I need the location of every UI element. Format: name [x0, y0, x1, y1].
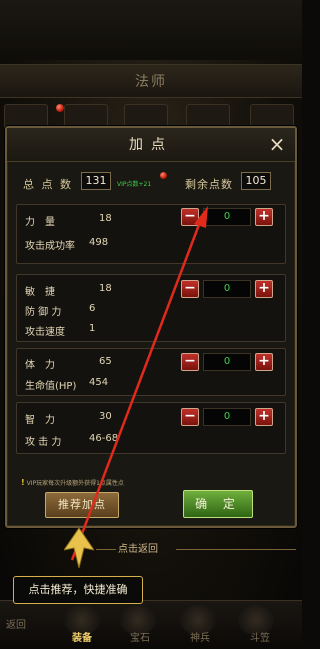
- nav-item-equipment[interactable]: 装备: [72, 629, 92, 644]
- nav-item-divine-weapon[interactable]: 神兵: [190, 629, 210, 644]
- tutorial-tooltip: 点击推荐，快捷准确: [13, 576, 143, 604]
- bottom-nav: 装备 宝石 神兵 斗笠: [0, 600, 302, 649]
- click-return-row: 点击返回: [0, 538, 302, 558]
- divider: [176, 549, 296, 550]
- nav-item-gem[interactable]: 宝石: [130, 629, 150, 644]
- return-button[interactable]: 返回: [6, 616, 26, 631]
- gold-up-arrow-icon: [64, 528, 94, 568]
- divider: [96, 549, 116, 550]
- click-return-label[interactable]: 点击返回: [118, 540, 158, 555]
- nav-item-hat[interactable]: 斗笠: [250, 629, 270, 644]
